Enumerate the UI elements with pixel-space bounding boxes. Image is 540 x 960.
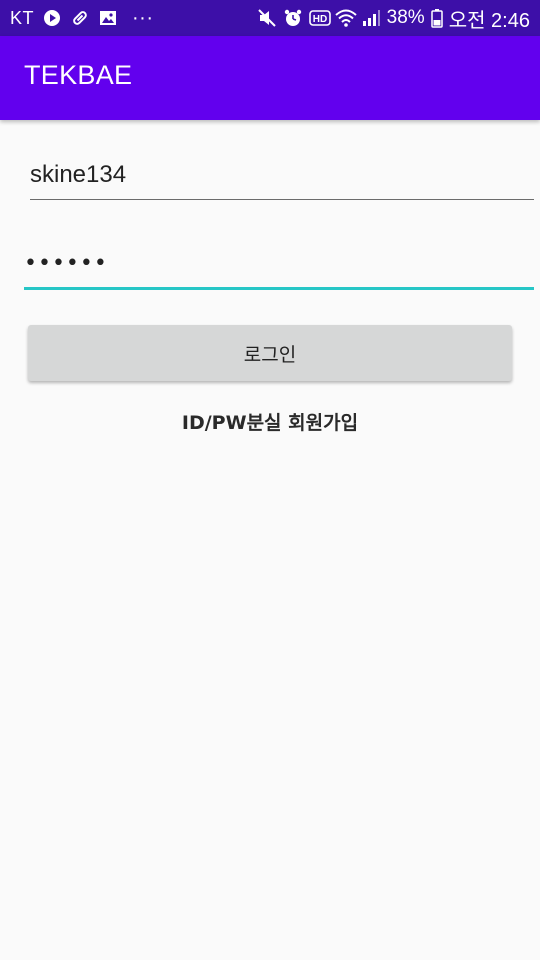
play-circle-icon	[42, 8, 62, 28]
signup-link[interactable]: 회원가입	[288, 412, 358, 434]
battery-icon	[430, 8, 443, 28]
app-bar: TEKBAE	[0, 36, 540, 120]
pill-icon	[70, 8, 90, 28]
status-left: KT ···	[10, 0, 154, 36]
mute-icon	[257, 8, 277, 28]
image-icon	[98, 8, 118, 28]
id-input[interactable]	[30, 161, 534, 189]
password-input[interactable]	[24, 251, 534, 276]
more-dots-icon: ···	[132, 6, 154, 29]
id-field-container	[30, 155, 534, 200]
carrier-label: KT	[10, 7, 35, 28]
signal-icon	[361, 8, 381, 28]
app-title: TEKBAE	[24, 60, 133, 90]
wifi-icon	[335, 8, 357, 28]
account-links: ID/PW분실 회원가입	[0, 408, 540, 435]
status-bar: KT ··· HD 38% 오전 2:46	[0, 0, 540, 36]
password-field-container	[24, 245, 534, 290]
battery-percent: 38%	[386, 7, 425, 28]
hd-label: HD	[312, 14, 326, 25]
status-right: HD 38% 오전 2:46	[257, 0, 530, 36]
find-id-pw-link[interactable]: ID/PW분실	[182, 412, 282, 434]
status-clock: 오전 2:46	[448, 9, 530, 32]
login-button[interactable]: 로그인	[28, 325, 512, 381]
hd-icon: HD	[308, 8, 331, 28]
alarm-icon	[283, 8, 303, 28]
